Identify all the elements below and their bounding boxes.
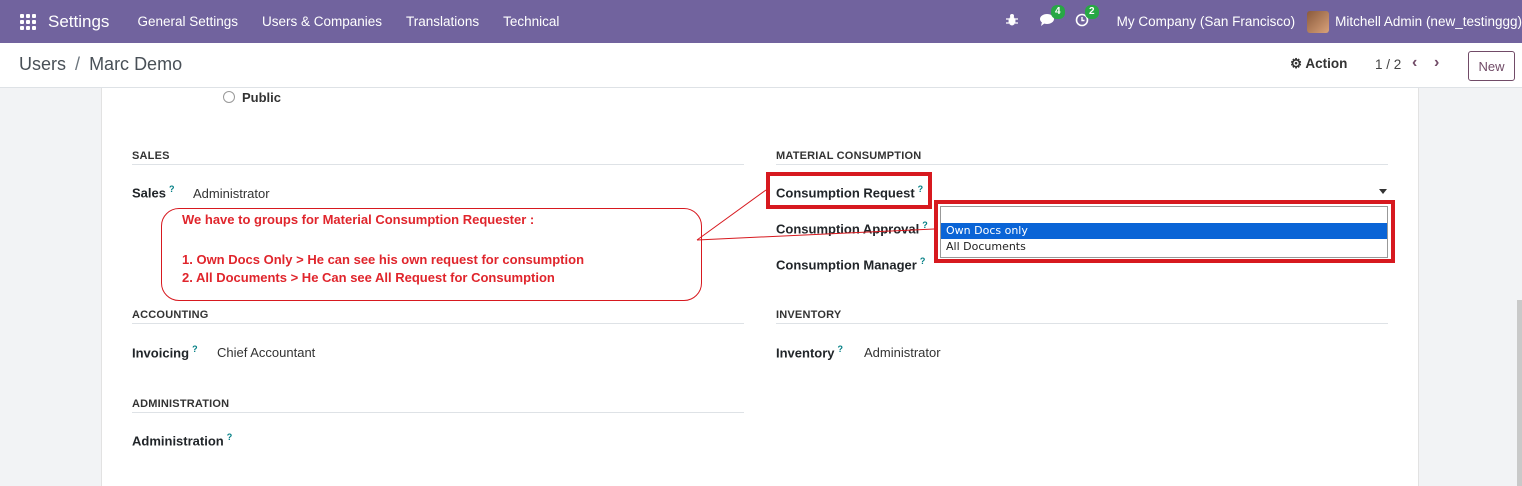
sales-divider — [132, 164, 744, 165]
public-radio-label: Public — [242, 90, 282, 105]
inventory-section-title: INVENTORY — [776, 309, 842, 321]
administration-field-label: Administration? — [132, 432, 233, 449]
public-radio[interactable] — [223, 91, 235, 103]
inventory-divider — [776, 323, 1388, 324]
pager-previous-icon[interactable]: ‹ — [1412, 54, 1417, 72]
help-tooltip-icon[interactable]: ? — [227, 432, 233, 442]
consumption-approval-label: Consumption Approval? — [776, 220, 928, 237]
accounting-divider — [132, 323, 744, 324]
help-tooltip-icon[interactable]: ? — [169, 184, 175, 194]
user-avatar[interactable] — [1307, 10, 1330, 33]
apps-menu-icon[interactable] — [20, 13, 36, 30]
sales-field-value[interactable]: Administrator — [193, 186, 270, 201]
messages-badge: 4 — [1051, 5, 1065, 19]
gear-icon: ⚙ — [1290, 56, 1303, 71]
activities-clock-icon[interactable]: 2 — [1075, 5, 1099, 30]
company-switcher[interactable]: My Company (San Francisco) — [1117, 14, 1296, 29]
annotation-line-3: 2. All Documents > He Can see All Reques… — [182, 270, 555, 285]
consumption-request-highlight — [766, 172, 932, 209]
annotation-line-1: We have to groups for Material Consumpti… — [182, 212, 535, 227]
breadcrumb-current: Marc Demo — [89, 54, 183, 74]
help-tooltip-icon[interactable]: ? — [838, 344, 844, 354]
menu-general-settings[interactable]: General Settings — [125, 14, 250, 29]
top-navbar: Settings General Settings Users & Compan… — [0, 0, 1522, 43]
breadcrumb-users-link[interactable]: Users — [19, 54, 66, 74]
inventory-field-label: Inventory? — [776, 344, 844, 361]
administration-section-title: ADMINISTRATION — [132, 398, 230, 410]
dropdown-highlight — [934, 200, 1395, 263]
material-consumption-divider — [776, 164, 1388, 165]
help-tooltip-icon[interactable]: ? — [920, 256, 926, 266]
consumption-manager-label: Consumption Manager? — [776, 256, 926, 273]
action-button[interactable]: ⚙ Action — [1290, 56, 1347, 72]
material-consumption-section-title: MATERIAL CONSUMPTION — [776, 150, 922, 162]
pager-next-icon[interactable]: › — [1434, 54, 1439, 72]
help-tooltip-icon[interactable]: ? — [192, 344, 198, 354]
user-menu[interactable]: Mitchell Admin (new_testinggg) — [1335, 14, 1522, 29]
breadcrumb-separator: / — [75, 54, 81, 74]
menu-translations[interactable]: Translations — [394, 14, 491, 29]
help-tooltip-icon[interactable]: ? — [922, 220, 928, 230]
sales-field-label: Sales? — [132, 184, 175, 201]
invoicing-field-value[interactable]: Chief Accountant — [217, 345, 315, 360]
activities-badge: 2 — [1085, 5, 1099, 19]
bug-icon[interactable] — [1005, 13, 1019, 30]
messages-icon[interactable]: 4 — [1039, 5, 1065, 30]
scrollbar[interactable] — [1517, 300, 1522, 486]
new-button[interactable]: New — [1468, 51, 1515, 81]
app-title[interactable]: Settings — [48, 12, 109, 32]
breadcrumb: Users / Marc Demo — [19, 54, 182, 75]
invoicing-field-label: Invoicing? — [132, 344, 198, 361]
sales-section-title: SALES — [132, 150, 170, 162]
pager-value[interactable]: 1 / 2 — [1375, 57, 1401, 72]
administration-divider — [132, 412, 744, 413]
consumption-request-dropdown-arrow[interactable] — [1379, 189, 1387, 194]
accounting-section-title: ACCOUNTING — [132, 309, 209, 321]
menu-users-companies[interactable]: Users & Companies — [250, 14, 394, 29]
inventory-field-value[interactable]: Administrator — [864, 345, 941, 360]
annotation-line-2: 1. Own Docs Only > He can see his own re… — [182, 252, 585, 267]
action-label: Action — [1305, 56, 1348, 71]
menu-technical[interactable]: Technical — [491, 14, 571, 29]
control-panel: Users / Marc Demo ⚙ Action 1 / 2 ‹ › New — [0, 43, 1522, 88]
